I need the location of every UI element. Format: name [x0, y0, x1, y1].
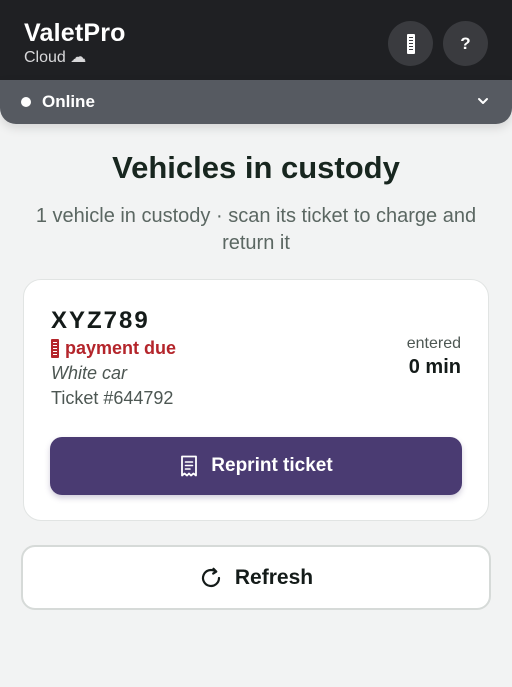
refresh-label: Refresh	[234, 565, 314, 589]
app-header: ValetPro Cloud ☁ ?	[0, 0, 512, 80]
refresh-icon	[201, 567, 220, 587]
online-dot-icon	[21, 97, 31, 107]
app-name: ValetPro	[24, 19, 126, 47]
refresh-button[interactable]: Refresh	[21, 545, 491, 610]
payment-status-label: payment due	[65, 338, 177, 358]
status-label: Online	[42, 92, 95, 111]
connection-status-bar[interactable]: Online	[0, 80, 512, 124]
receipt-icon	[51, 339, 59, 358]
reprint-ticket-button[interactable]: Reprint ticket	[50, 437, 462, 495]
page-title: Vehicles in custody	[112, 150, 400, 185]
vehicle-description: White car	[51, 363, 128, 383]
vehicle-card: XYZ789 payment due White car Ticket #644…	[23, 279, 489, 521]
help-icon: ?	[460, 33, 471, 53]
receipt-button[interactable]	[388, 21, 433, 66]
reprint-ticket-label: Reprint ticket	[211, 455, 333, 476]
chevron-down-icon[interactable]	[476, 94, 490, 108]
receipt-icon	[181, 455, 198, 477]
page-subtitle: 1 vehicle in custody · scan its ticket t…	[35, 205, 477, 254]
entered-label: entered	[406, 335, 461, 352]
brand: ValetPro Cloud ☁	[24, 18, 126, 68]
receipt-icon	[406, 33, 415, 54]
ticket-number: Ticket #644792	[51, 388, 174, 408]
license-plate: XYZ789	[51, 307, 150, 334]
mode-label: Cloud ☁	[24, 49, 87, 66]
help-button[interactable]: ?	[443, 21, 488, 66]
payment-status: payment due	[51, 338, 176, 359]
entered-duration: 0 min	[408, 356, 461, 378]
